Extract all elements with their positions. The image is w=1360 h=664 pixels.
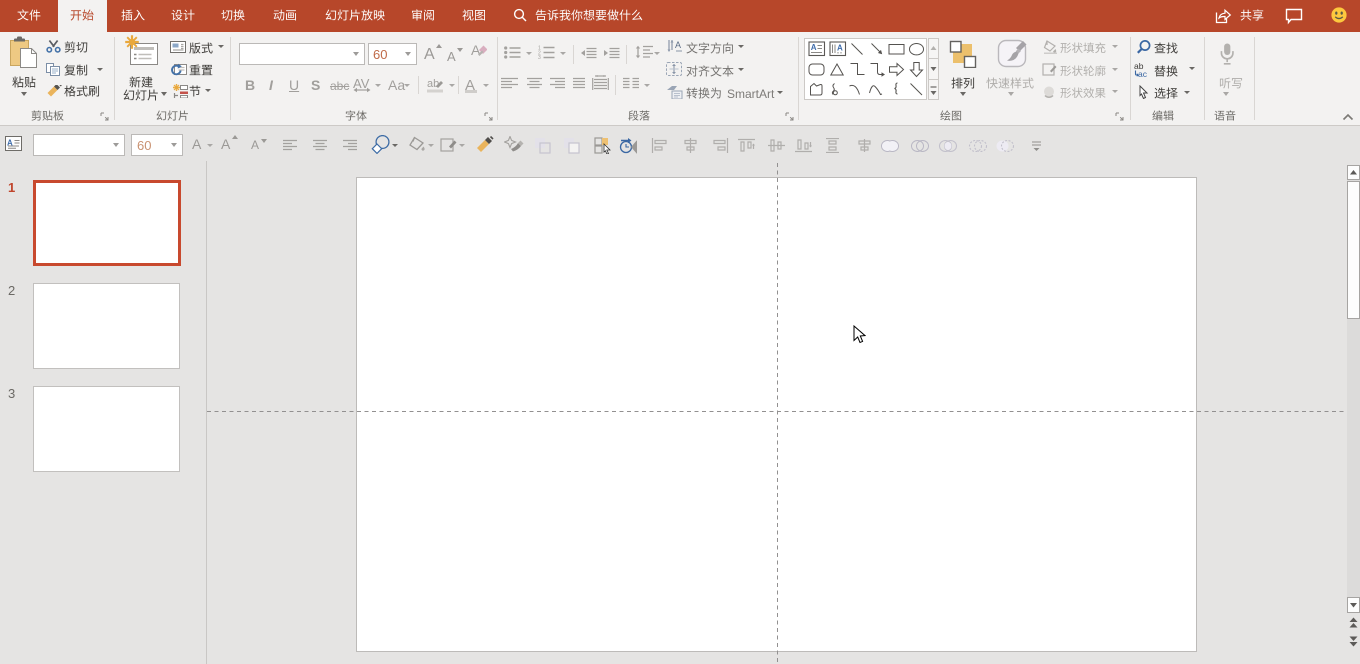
svg-text:A: A: [837, 44, 843, 53]
svg-text:A: A: [811, 43, 817, 52]
svg-text:ac: ac: [1138, 69, 1148, 77]
